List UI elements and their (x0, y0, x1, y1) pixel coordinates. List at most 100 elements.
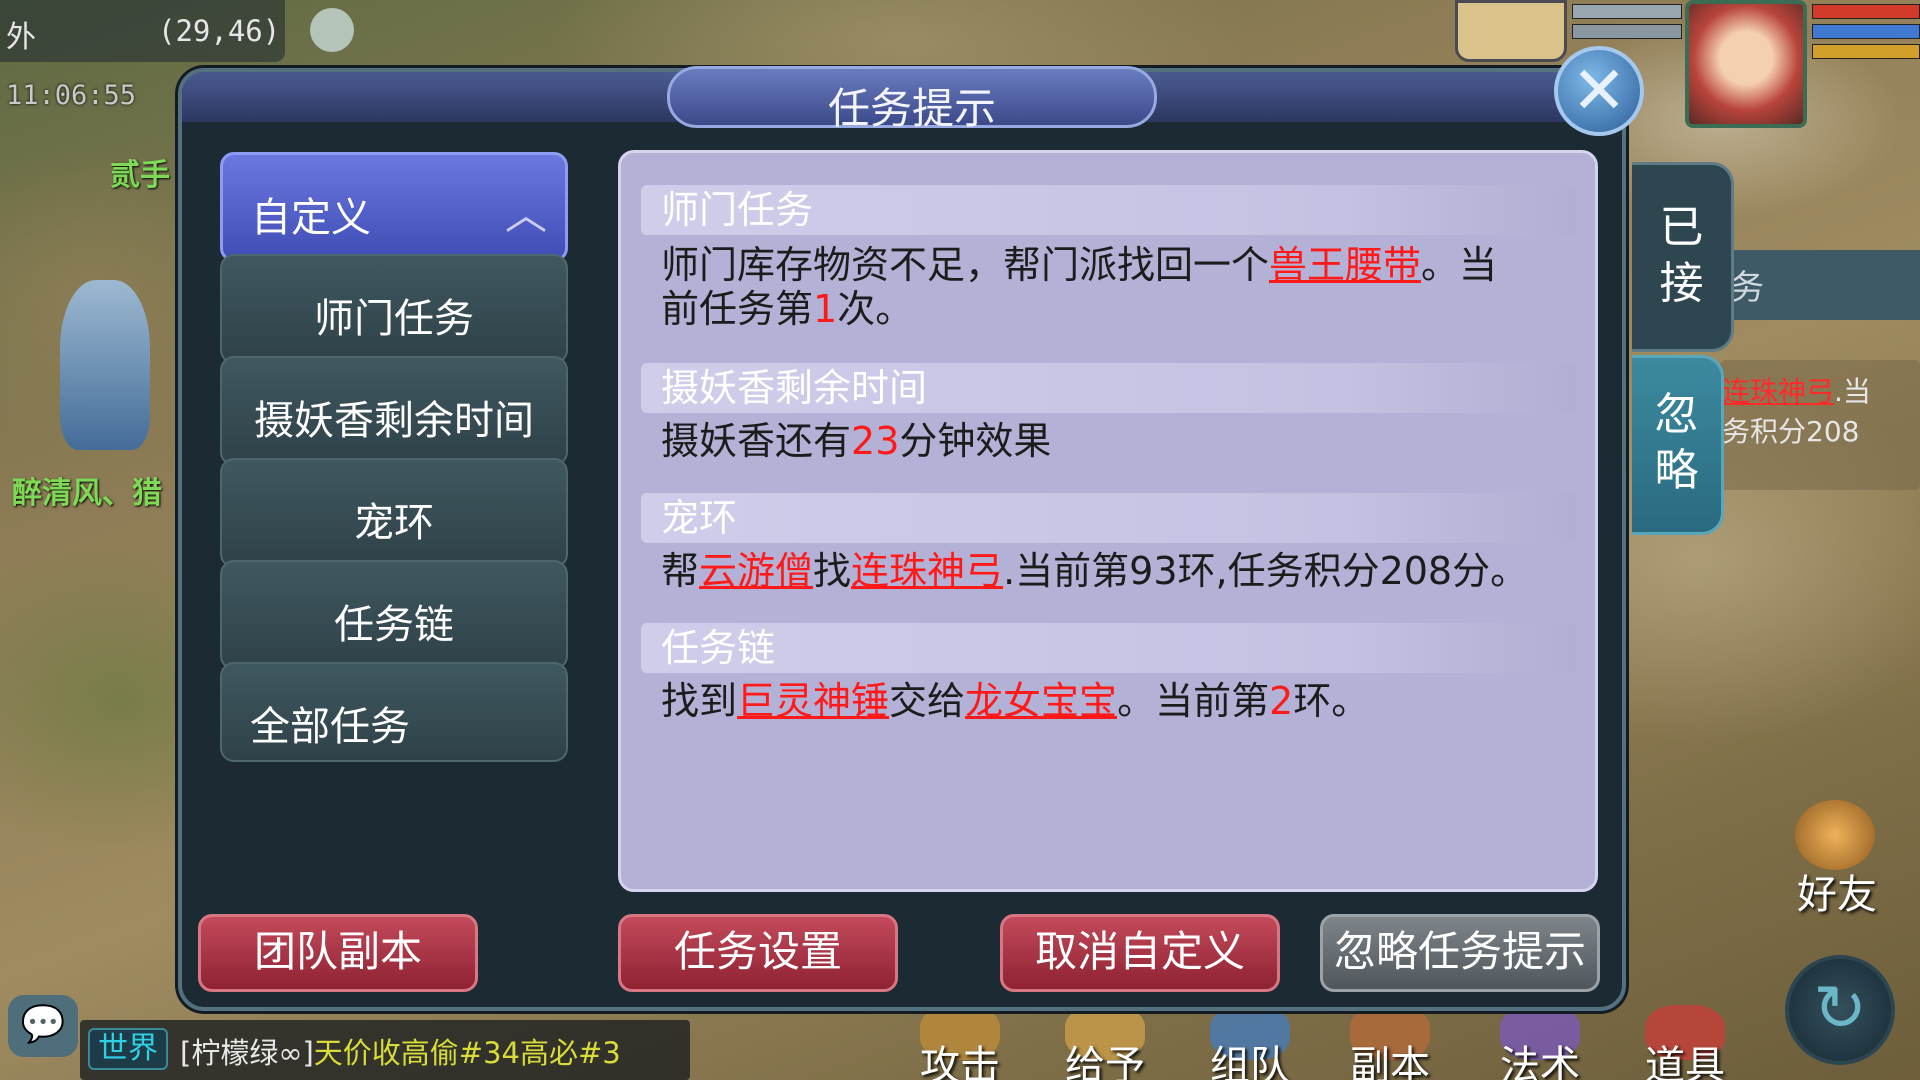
section-body: 师门库存物资不足，帮门派找回一个兽王腰带。当 前任务第1次。 (661, 243, 1571, 331)
pet-mp-bar (1572, 24, 1682, 39)
npc-name-label: 醉清风、猎 (12, 476, 162, 511)
player-avatar[interactable] (1685, 0, 1807, 128)
pet-avatar[interactable] (1455, 0, 1567, 62)
menu-item-label: 摄妖香剩余时间 (254, 398, 534, 444)
body-text: 分钟效果 (899, 419, 1052, 463)
friends-label: 好友 (1797, 872, 1877, 918)
body-text: 交给 (889, 679, 966, 723)
section-body: 帮云游僧找连珠神弓.当前第93环,任务积分208分。 (661, 549, 1571, 593)
player-character-sprite[interactable] (60, 280, 150, 450)
task-tracker-text: .当 (1834, 375, 1871, 408)
task-tracker-tab-label: 务 (1730, 268, 1764, 308)
items-button[interactable]: 道具 (1630, 1005, 1740, 1080)
player-mp-bar (1812, 24, 1920, 39)
highlight-number: 2 (1269, 679, 1294, 723)
tab-ignored-char: 略 (1654, 445, 1699, 496)
magic-button[interactable]: 法术 (1485, 1005, 1595, 1080)
ignore-task-prompt-button[interactable]: 忽略任务提示 (1320, 914, 1600, 992)
magic-label: 法术 (1500, 1043, 1580, 1080)
body-text: 师门库存物资不足，帮门派找回一个 (661, 243, 1270, 287)
npc-link[interactable]: 云游僧 (699, 549, 813, 593)
clock-readout: 11:06:55 (6, 80, 137, 111)
menu-item-custom[interactable]: 自定义 ︿ (220, 152, 568, 262)
section-header: 任务链 (641, 623, 1576, 673)
team-dungeon-button[interactable]: 团队副本 (198, 914, 478, 992)
tab-ignored[interactable]: 忽 略 (1632, 355, 1724, 535)
npc-link[interactable]: 龙女宝宝 (965, 679, 1117, 723)
task-prompt-dialog: 任务提示 ✕ 自定义 ︿ 师门任务 摄妖香剩余时间 宠环 任务链 全部任务 师门… (178, 46, 1734, 1011)
tab-ignored-char: 忽 (1654, 389, 1699, 440)
highlight-number: 23 (851, 419, 900, 463)
body-text: .当前第93环,任务积分208分。 (1003, 549, 1529, 593)
task-tracker-panel[interactable]: 连珠神弓.当 务积分208 (1720, 360, 1920, 490)
section-body: 摄妖香还有23分钟效果 (661, 419, 1571, 463)
menu-item-task-chain[interactable]: 任务链 (220, 560, 568, 670)
cancel-custom-button[interactable]: 取消自定义 (1000, 914, 1280, 992)
npc-name-label: 贰手 (110, 158, 170, 193)
map-toggle-icon[interactable] (310, 8, 354, 52)
attack-button[interactable]: 攻击 (905, 1005, 1015, 1080)
body-text: 。当 (1421, 243, 1498, 287)
body-text: 找到 (661, 679, 738, 723)
team-label: 组队 (1210, 1043, 1290, 1080)
task-tracker-link[interactable]: 连珠神弓 (1722, 375, 1834, 408)
item-link[interactable]: 巨灵神锤 (737, 679, 889, 723)
items-label: 道具 (1645, 1043, 1725, 1080)
section-header: 师门任务 (641, 185, 1576, 235)
menu-item-incense-time[interactable]: 摄妖香剩余时间 (220, 356, 568, 466)
dungeon-button[interactable]: 副本 (1335, 1005, 1445, 1080)
chat-channel-badge[interactable]: 世界 (88, 1028, 168, 1070)
task-tracker-line: 连珠神弓.当 (1722, 370, 1871, 410)
close-icon: ✕ (1571, 52, 1627, 129)
dungeon-label: 副本 (1350, 1043, 1430, 1080)
body-text: 。当前第 (1117, 679, 1270, 723)
team-button[interactable]: 组队 (1195, 1005, 1305, 1080)
task-content-panel[interactable]: 师门任务 师门库存物资不足，帮门派找回一个兽王腰带。当 前任务第1次。 摄妖香剩… (618, 150, 1598, 892)
highlight-number: 1 (813, 287, 838, 331)
body-text: 环。 (1293, 679, 1370, 723)
section-body: 找到巨灵神锤交给龙女宝宝。当前第2环。 (661, 679, 1571, 723)
pet-hp-bar (1572, 4, 1682, 19)
chat-strip[interactable]: 世界 [柠檬绿∞]天价收高偷#34高必#3 (80, 1020, 690, 1080)
minimap-location-panel[interactable]: 外 (29,46) (0, 0, 285, 62)
item-link[interactable]: 兽王腰带 (1269, 243, 1421, 287)
friends-button[interactable]: 好友 (1775, 800, 1895, 918)
give-button[interactable]: 给予 (1050, 1005, 1160, 1080)
menu-item-sect-task[interactable]: 师门任务 (220, 254, 568, 364)
body-text: 摄妖香还有 (661, 419, 852, 463)
player-rage-bar (1812, 44, 1920, 59)
handshake-icon (1795, 800, 1875, 870)
coordinates-readout: (29,46) (158, 14, 281, 48)
chevron-up-icon: ︿ (504, 190, 547, 239)
body-text: 找 (813, 549, 852, 593)
give-label: 给予 (1065, 1043, 1145, 1080)
close-button[interactable]: ✕ (1554, 46, 1644, 136)
dialog-title-plate: 任务提示 (667, 66, 1157, 133)
item-link[interactable]: 连珠神弓 (851, 549, 1003, 593)
chat-bubble-icon[interactable]: 💬 (8, 995, 78, 1057)
player-hp-bar (1812, 4, 1920, 19)
menu-item-label: 宠环 (354, 500, 434, 546)
location-label: 外 (6, 20, 36, 55)
attack-label: 攻击 (920, 1043, 1000, 1080)
body-text: 帮 (661, 549, 700, 593)
tab-accepted-char: 接 (1659, 258, 1704, 309)
dialog-title: 任务提示 (827, 84, 996, 133)
chat-text: 天价收高偷#34高必#3 (313, 1036, 621, 1070)
tab-accepted-char: 已 (1659, 202, 1704, 253)
task-settings-button[interactable]: 任务设置 (618, 914, 898, 992)
section-header: 宠环 (641, 493, 1576, 543)
menu-item-all-tasks[interactable]: 全部任务 (220, 662, 568, 762)
menu-item-label: 任务链 (334, 602, 454, 648)
tab-accepted[interactable]: 已 接 (1632, 162, 1734, 352)
chat-sender[interactable]: [柠檬绿∞] (180, 1036, 314, 1070)
menu-item-label: 全部任务 (250, 704, 410, 750)
section-header: 摄妖香剩余时间 (641, 363, 1576, 413)
menu-item-pet-ring[interactable]: 宠环 (220, 458, 568, 568)
body-text: 前任务第 (661, 287, 814, 331)
task-tracker-tab[interactable]: 务 (1720, 250, 1920, 320)
body-text: 次。 (837, 287, 914, 331)
menu-item-label: 师门任务 (314, 296, 474, 342)
task-tracker-line-2: 务积分208 (1722, 415, 1860, 448)
chat-message: [柠檬绿∞]天价收高偷#34高必#3 (180, 1030, 621, 1072)
